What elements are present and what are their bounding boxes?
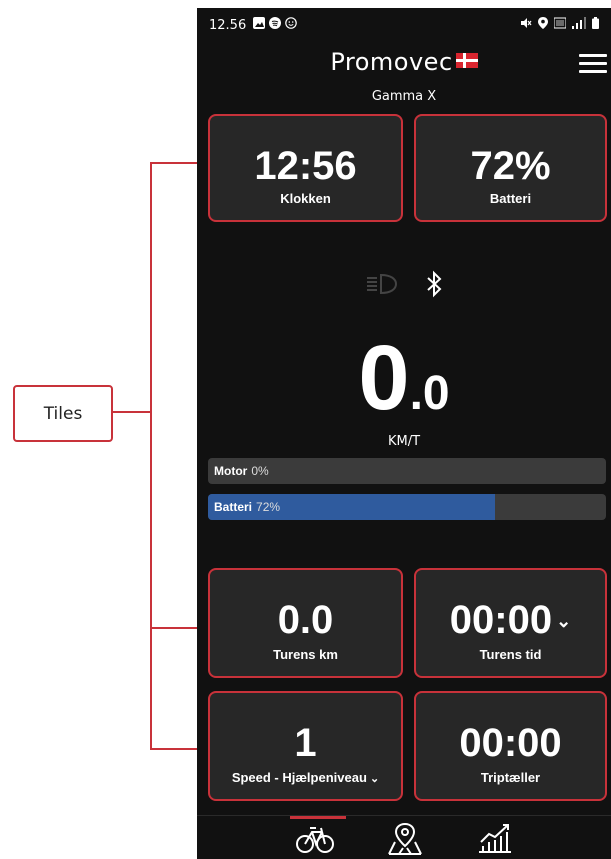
location-icon bbox=[538, 17, 548, 29]
bluetooth-icon bbox=[427, 270, 442, 298]
tile-trip-counter-value: 00:00 bbox=[459, 721, 562, 765]
volte-icon bbox=[554, 17, 566, 29]
status-left-icons bbox=[253, 17, 297, 29]
chevron-down-icon[interactable]: ⌄ bbox=[556, 611, 571, 631]
tile-trip-counter[interactable]: 00:00 Triptæller bbox=[414, 691, 607, 801]
status-indicators bbox=[197, 270, 611, 298]
tile-battery[interactable]: 72% Batteri bbox=[414, 114, 607, 222]
tile-battery-label: Batteri bbox=[489, 191, 532, 206]
brand-logo-text: Promovec bbox=[330, 48, 453, 76]
battery-bar: Batteri 72% bbox=[208, 494, 606, 520]
tile-assist-level-label: Speed - Hjælpeniveau bbox=[231, 770, 367, 785]
stats-icon[interactable] bbox=[475, 822, 515, 856]
tile-clock-label: Klokken bbox=[280, 191, 331, 206]
mute-icon bbox=[521, 18, 532, 28]
speed-unit: KM/T bbox=[387, 434, 421, 449]
smiley-icon bbox=[285, 17, 297, 29]
status-time: 12.56 bbox=[209, 18, 247, 33]
status-right-icons bbox=[520, 17, 599, 29]
battery-bar-percent: 72% bbox=[256, 500, 281, 514]
bracket-vertical bbox=[150, 162, 152, 750]
tile-assist-level[interactable]: 1 Speed - Hjælpeniveau ⌄ bbox=[208, 691, 403, 801]
motor-bar-label: Motor bbox=[214, 464, 248, 478]
bike-icon[interactable] bbox=[295, 822, 335, 856]
motor-bar: Motor 0% bbox=[208, 458, 606, 484]
hamburger-icon[interactable] bbox=[579, 54, 607, 74]
tile-battery-value: 72% bbox=[470, 144, 551, 188]
phone-screen: 12.56 Promovec Gamma X 12:56 Klokken 72%… bbox=[197, 8, 611, 859]
tile-trip-time-value: 00:00 bbox=[449, 598, 553, 642]
motor-bar-text: Motor 0% bbox=[214, 464, 269, 478]
image-icon bbox=[253, 17, 265, 29]
speed-integer: 0 bbox=[358, 327, 410, 429]
map-icon[interactable] bbox=[385, 822, 425, 856]
chevron-down-icon[interactable]: ⌄ bbox=[367, 773, 379, 785]
active-tab-indicator bbox=[290, 816, 346, 819]
screenshot-stage: Tiles 12.56 Promovec Gamma X 12:56 Klokk… bbox=[0, 0, 611, 859]
tile-trip-counter-label: Triptæller bbox=[480, 770, 541, 785]
battery-icon bbox=[592, 17, 599, 29]
motor-bar-percent: 0% bbox=[251, 464, 269, 478]
device-name: Gamma X bbox=[371, 89, 437, 104]
headlight-icon bbox=[367, 273, 398, 295]
signal-icon bbox=[572, 17, 586, 29]
tile-clock[interactable]: 12:56 Klokken bbox=[208, 114, 403, 222]
brand-logo: Promovec bbox=[197, 48, 611, 76]
status-bar: 12.56 bbox=[197, 8, 611, 44]
tile-trip-km-label: Turens km bbox=[273, 647, 338, 662]
tile-assist-level-value: 1 bbox=[294, 721, 317, 765]
tile-assist-level-label-row: Speed - Hjælpeniveau ⌄ bbox=[210, 770, 401, 785]
battery-bar-label: Batteri bbox=[214, 500, 253, 514]
tile-trip-time-value-row: 00:00 ⌄ bbox=[416, 598, 605, 643]
bottom-navigation bbox=[197, 815, 611, 859]
tiles-callout: Tiles bbox=[13, 385, 113, 442]
tile-trip-km-value: 0.0 bbox=[277, 598, 334, 642]
tile-trip-time-label: Turens tid bbox=[479, 647, 542, 662]
bracket-connector bbox=[113, 411, 152, 413]
tile-trip-km[interactable]: 0.0 Turens km bbox=[208, 568, 403, 678]
speed-decimal: .0 bbox=[409, 367, 450, 420]
speed-readout: 0.0 bbox=[197, 326, 611, 431]
tiles-callout-label: Tiles bbox=[43, 403, 83, 424]
battery-bar-text: Batteri 72% bbox=[214, 500, 280, 514]
tile-clock-value: 12:56 bbox=[254, 144, 357, 188]
app-bar: Promovec bbox=[197, 44, 611, 84]
danish-flag-icon bbox=[455, 53, 478, 68]
spotify-icon bbox=[269, 17, 281, 29]
tile-trip-time[interactable]: 00:00 ⌄ Turens tid bbox=[414, 568, 607, 678]
